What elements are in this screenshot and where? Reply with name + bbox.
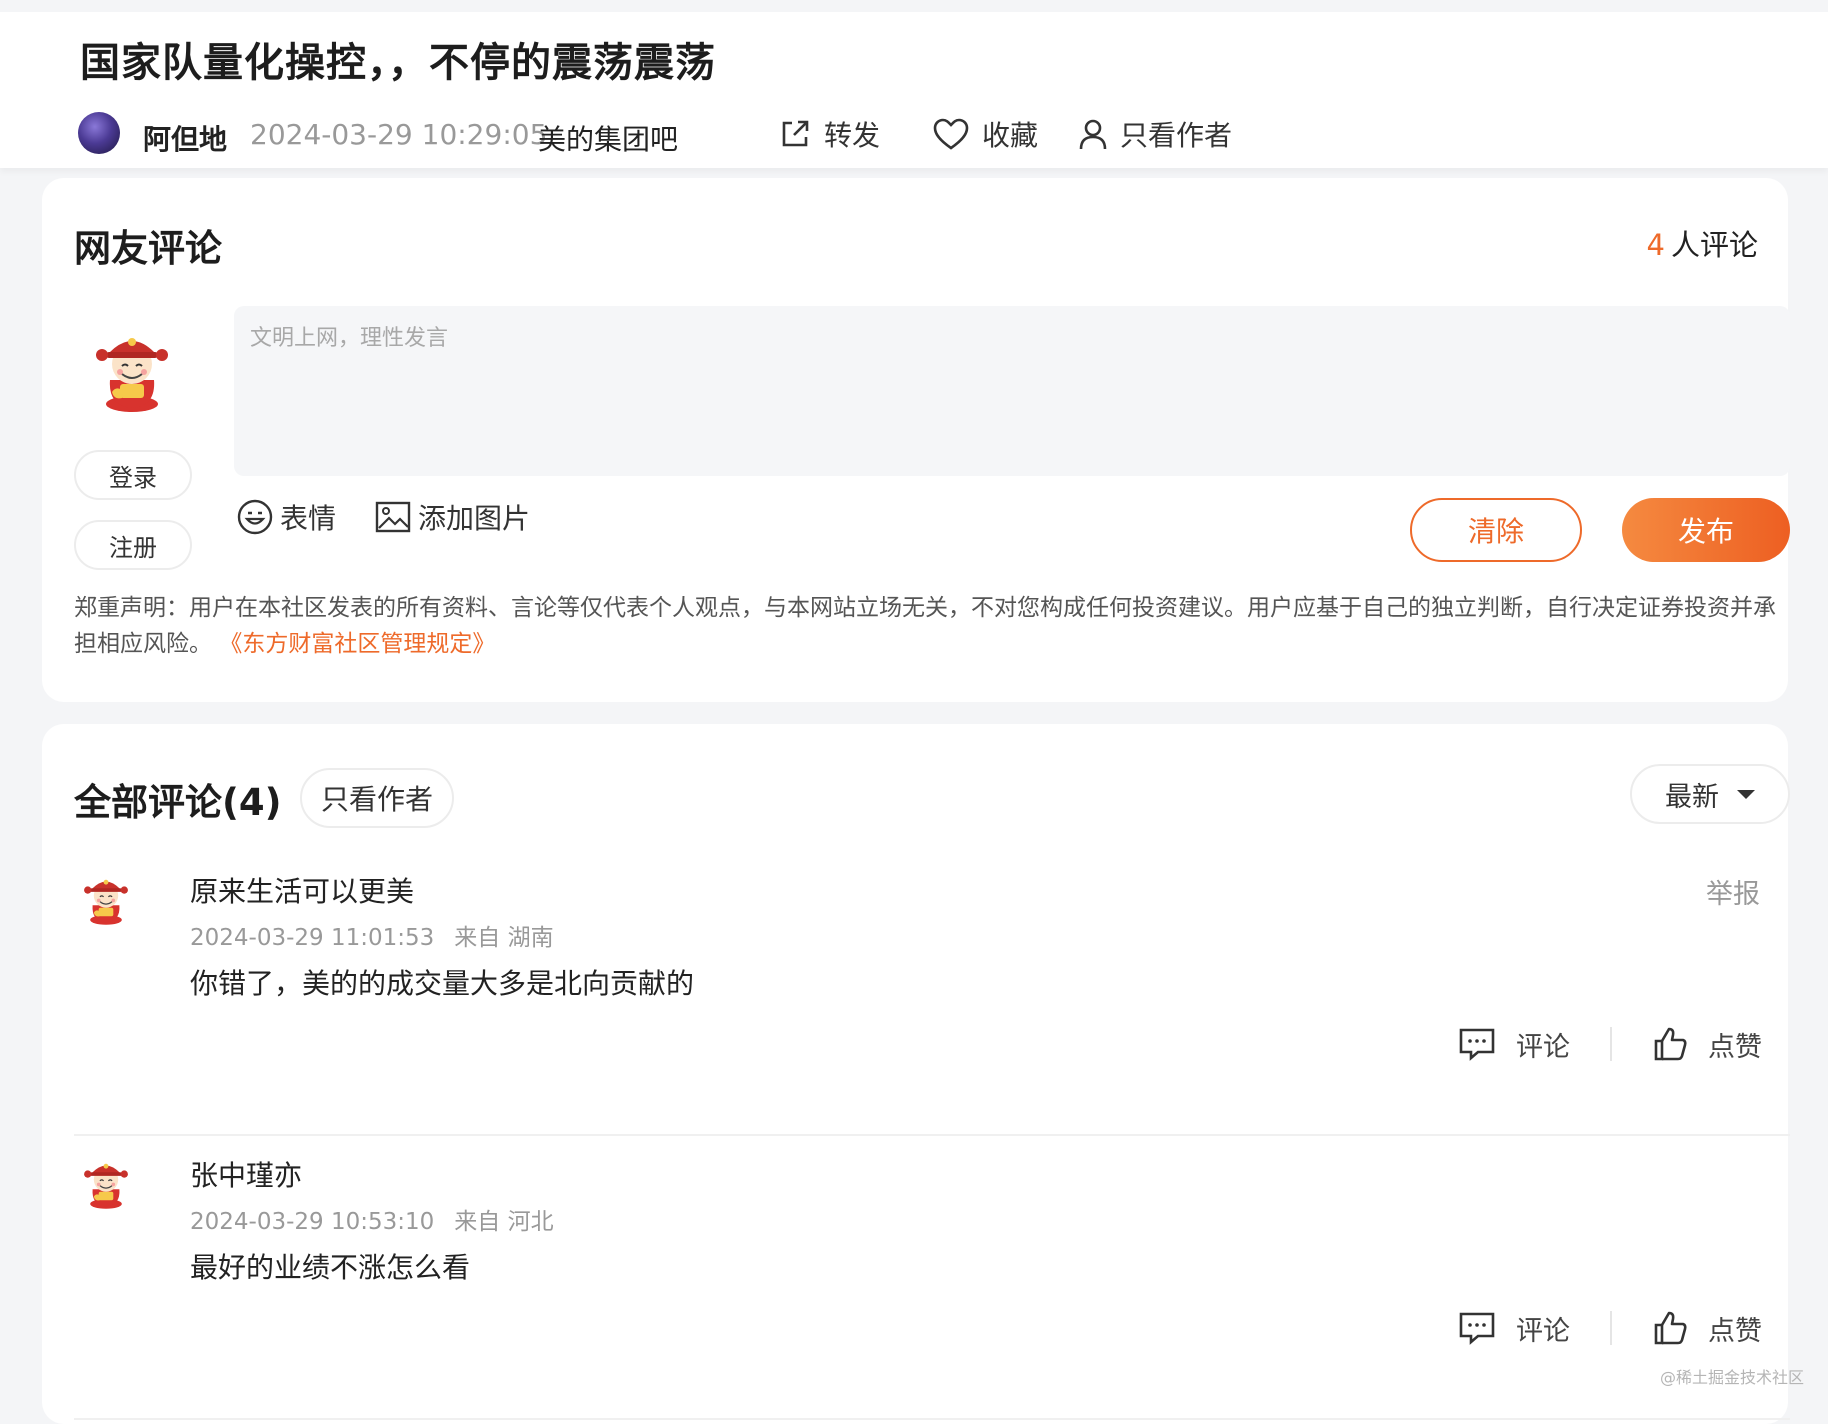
comment-time: 2024-03-29 11:01:53: [190, 925, 435, 951]
register-button[interactable]: 注册: [74, 520, 192, 570]
community-rules-link[interactable]: 《东方财富社区管理规定》: [219, 631, 495, 657]
comment-meta: 2024-03-29 11:01:53 来自 湖南: [190, 918, 554, 952]
publish-button[interactable]: 发布: [1622, 498, 1790, 562]
add-image-button[interactable]: 添加图片: [374, 496, 530, 538]
like-button[interactable]: 点赞: [1652, 1025, 1762, 1064]
favorite-label: 收藏: [982, 119, 1039, 152]
author-only-label: 只看作者: [1120, 119, 1233, 152]
comment-item: 张中瑾亦 2024-03-29 10:53:10 来自 河北 最好的业绩不涨怎么看…: [74, 1144, 1790, 1420]
comment-count-suffix: 人评论: [1670, 228, 1758, 262]
share-icon: [782, 120, 809, 147]
guest-avatar: [86, 322, 178, 414]
comment-divider: [74, 1134, 1790, 1136]
post-meta: 阿但地 2024-03-29 10:29:05 美的集团吧 转发 收藏 只看作者: [78, 110, 1778, 160]
author-avatar[interactable]: [78, 112, 120, 154]
commenter-name[interactable]: 原来生活可以更美: [190, 870, 414, 910]
login-button[interactable]: 登录: [74, 450, 192, 500]
comment-box-title: 网友评论: [74, 227, 222, 270]
post-bar-link[interactable]: 美的集团吧: [538, 118, 678, 158]
post-time: 2024-03-29 10:29:05: [250, 118, 548, 151]
like-label: 点赞: [1708, 1315, 1762, 1347]
action-separator: [1610, 1027, 1612, 1061]
comment-icon: [1459, 1028, 1495, 1061]
chevron-down-icon: [1737, 789, 1755, 799]
commenter-name[interactable]: 张中瑾亦: [190, 1154, 302, 1194]
reply-button[interactable]: 评论: [1458, 1025, 1570, 1064]
post-title: 国家队量化操控，，不停的震荡震荡: [80, 40, 716, 86]
disclaimer: 郑重声明：用户在本社区发表的所有资料、言论等仅代表个人观点，与本网站立场无关，不…: [74, 590, 1794, 662]
commenter-avatar[interactable]: [78, 1154, 134, 1210]
comment-input[interactable]: 文明上网，理性发言: [234, 306, 1790, 476]
comment-location: 来自 河北: [454, 1209, 554, 1235]
comment-divider: [74, 1418, 1790, 1420]
emoji-label: 表情: [280, 502, 337, 535]
comment-box-card: 网友评论 4 人评论 登录 注册 文明上网，理性发言 表情 添加图片 清除 发布 …: [42, 178, 1790, 702]
reply-label: 评论: [1516, 1315, 1570, 1347]
top-strip: [0, 0, 1828, 12]
thumbs-up-icon: [1654, 1311, 1687, 1345]
comment-actions: 评论 点赞: [1458, 1306, 1762, 1350]
clear-button[interactable]: 清除: [1410, 498, 1582, 562]
all-comments-title: 全部评论(4): [74, 781, 282, 824]
favorite-button[interactable]: 收藏: [932, 112, 1038, 156]
comment-text: 你错了，美的的成交量大多是北向贡献的: [190, 967, 695, 1000]
comment-time: 2024-03-29 10:53:10: [190, 1209, 435, 1235]
comment-meta: 2024-03-29 10:53:10 来自 河北: [190, 1202, 554, 1236]
emoji-button[interactable]: 表情: [236, 496, 336, 538]
comments-card: 全部评论(4) 只看作者 最新 原来生活可以更美 2024-03-29 11:0…: [42, 724, 1790, 1424]
action-separator: [1610, 1311, 1612, 1345]
forward-label: 转发: [824, 119, 881, 152]
reply-label: 评论: [1516, 1031, 1570, 1063]
user-icon: [1079, 119, 1107, 150]
comment-count-number: 4: [1646, 228, 1665, 262]
comment-text: 最好的业绩不涨怎么看: [190, 1251, 471, 1284]
report-button[interactable]: 举报: [1706, 872, 1760, 911]
like-button[interactable]: 点赞: [1652, 1309, 1762, 1348]
comment-actions: 评论 点赞: [1458, 1022, 1762, 1066]
heart-icon: [933, 118, 969, 150]
author-only-button[interactable]: 只看作者: [1078, 112, 1232, 156]
comment-count: 4 人评论: [1647, 222, 1758, 264]
image-icon: [375, 501, 411, 533]
comment-location: 来自 湖南: [454, 925, 554, 951]
author-only-filter[interactable]: 只看作者: [300, 768, 454, 828]
smile-icon: [237, 499, 273, 535]
reply-button[interactable]: 评论: [1458, 1309, 1570, 1348]
comment-input-placeholder: 文明上网，理性发言: [250, 326, 449, 351]
sort-label: 最新: [1665, 781, 1719, 813]
like-label: 点赞: [1708, 1031, 1762, 1063]
thumbs-up-icon: [1654, 1027, 1687, 1061]
author-name[interactable]: 阿但地: [143, 118, 227, 158]
commenter-avatar[interactable]: [78, 870, 134, 926]
comment-icon: [1459, 1312, 1495, 1345]
forward-button[interactable]: 转发: [778, 112, 880, 156]
watermark: @稀土掘金技术社区: [1660, 1368, 1805, 1387]
add-image-label: 添加图片: [418, 502, 531, 535]
comment-item: 原来生活可以更美 2024-03-29 11:01:53 来自 湖南 你错了，美的…: [74, 860, 1790, 1136]
post-header: 国家队量化操控，，不停的震荡震荡 阿但地 2024-03-29 10:29:05…: [0, 12, 1828, 168]
sort-dropdown[interactable]: 最新: [1630, 764, 1790, 824]
